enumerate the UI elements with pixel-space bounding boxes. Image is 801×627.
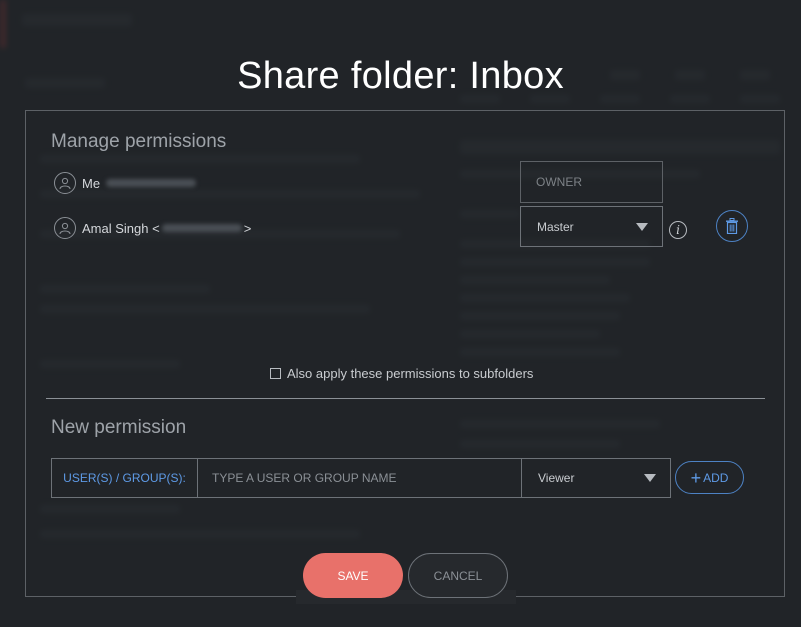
role-select-value: Viewer <box>538 471 575 485</box>
trash-icon <box>726 218 738 234</box>
section-divider <box>46 398 765 399</box>
user-name: Amal Singh < <box>82 220 160 236</box>
chevron-down-icon <box>644 474 656 482</box>
user-name: Me <box>82 175 101 191</box>
apply-subfolders-checkbox[interactable] <box>270 368 281 379</box>
plus-icon: + <box>690 467 702 488</box>
permission-row-user: Amal Singh < > <box>54 215 251 241</box>
new-permission-role-select[interactable]: Viewer <box>521 459 670 497</box>
user-group-search-input[interactable] <box>198 459 521 497</box>
add-permission-button[interactable]: + ADD <box>675 461 744 494</box>
add-button-label: ADD <box>703 470 729 485</box>
info-icon[interactable]: i <box>669 221 687 239</box>
cancel-button[interactable]: CANCEL <box>408 553 508 598</box>
user-email-redacted <box>161 224 242 232</box>
user-name-suffix: > <box>243 220 252 236</box>
new-permission-form: USER(S) / GROUP(S): Viewer <box>51 458 671 498</box>
delete-permission-button[interactable] <box>716 210 748 242</box>
apply-subfolders-option[interactable]: Also apply these permissions to subfolde… <box>270 366 533 381</box>
manage-permissions-heading: Manage permissions <box>51 131 227 152</box>
role-select-value: Master <box>537 219 574 234</box>
permission-row-me: Me <box>54 170 197 196</box>
user-email-redacted <box>106 179 197 187</box>
new-permission-heading: New permission <box>51 417 187 438</box>
chevron-down-icon <box>636 222 648 231</box>
owner-role-badge: OWNER <box>520 161 663 203</box>
user-avatar-icon <box>54 217 76 239</box>
role-select-master[interactable]: Master <box>520 206 663 247</box>
dialog-title: Share folder: Inbox <box>237 55 564 98</box>
users-groups-label: USER(S) / GROUP(S): <box>52 459 198 497</box>
save-button[interactable]: SAVE <box>303 553 403 598</box>
user-avatar-icon <box>54 172 76 194</box>
apply-subfolders-label: Also apply these permissions to subfolde… <box>287 366 534 381</box>
